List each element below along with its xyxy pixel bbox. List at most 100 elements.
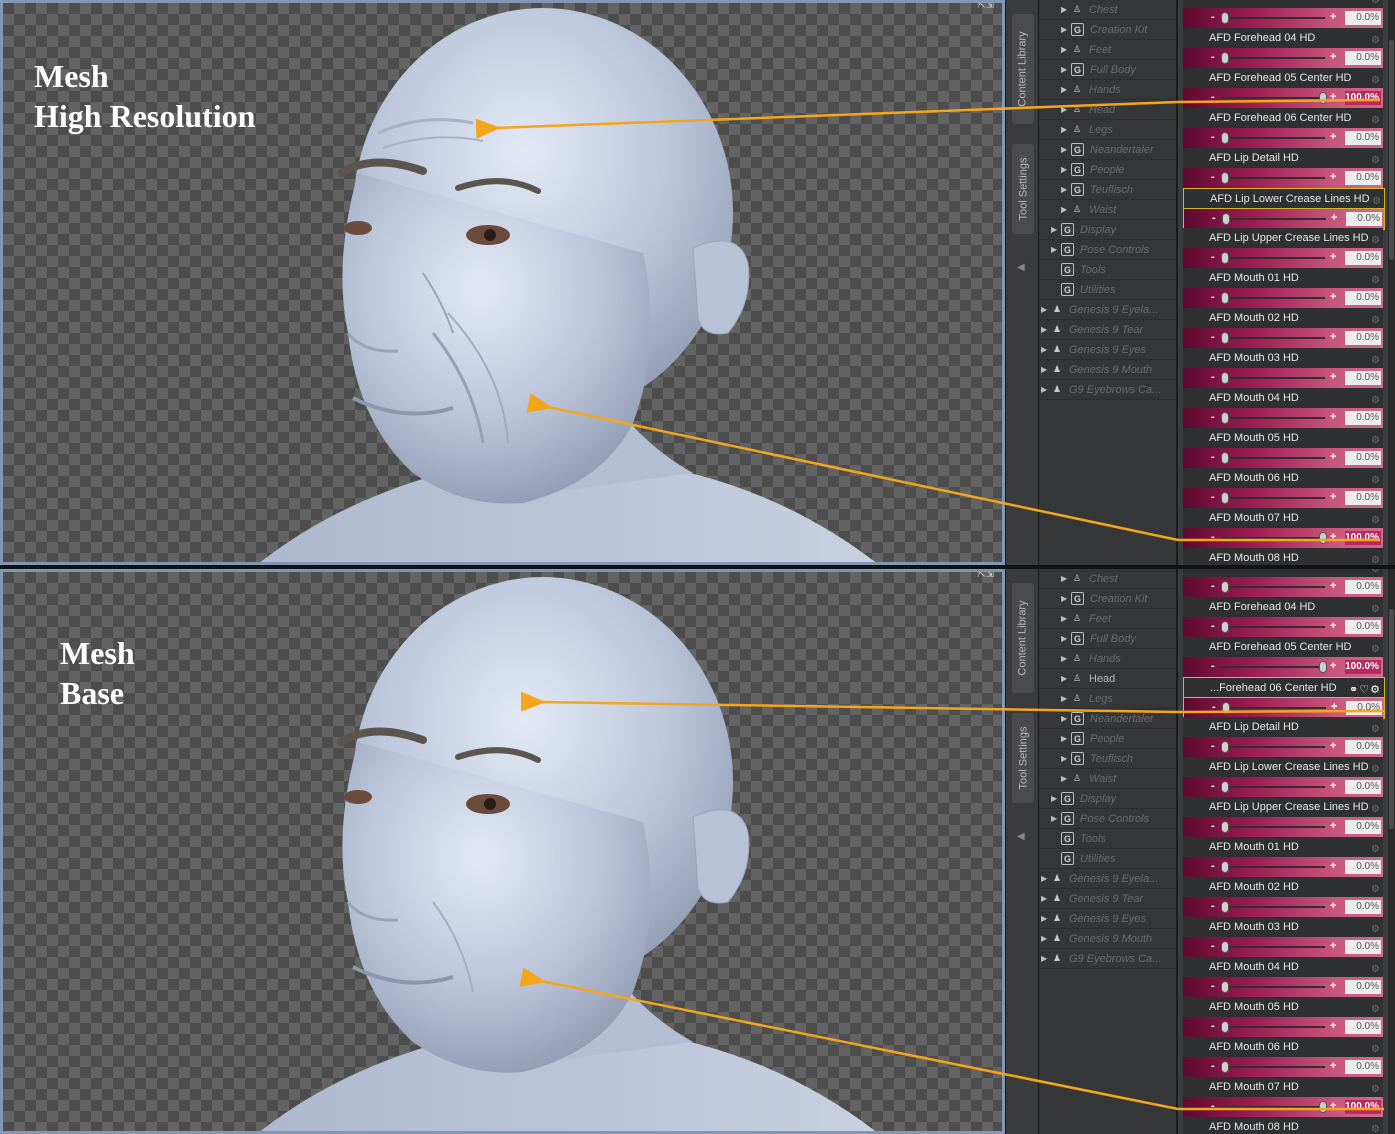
property-slider[interactable]: AFD Mouth 06 HD ⚙ - + 0.0% xyxy=(1183,468,1383,508)
tab-tool-settings[interactable]: Tool Settings xyxy=(1012,144,1034,234)
tree-item[interactable]: ▶ ♟ Genesis 9 Eyes xyxy=(1039,909,1176,929)
slider-value[interactable]: 0.0% xyxy=(1345,51,1381,65)
slider-bar[interactable]: - + 0.0% xyxy=(1183,737,1383,757)
expand-arrow-icon[interactable]: ▶ xyxy=(1061,574,1071,583)
slider-value[interactable]: 0.0% xyxy=(1345,171,1381,185)
increment-icon[interactable]: + xyxy=(1330,780,1336,792)
property-slider[interactable]: AFD Forehead 05 Center HD ⚙ - + 100.0% xyxy=(1183,637,1383,677)
expand-arrow-icon[interactable]: ▶ xyxy=(1041,305,1051,314)
tree-item[interactable]: G Tools xyxy=(1039,829,1176,849)
tree-item[interactable]: ▶ G Neandertaler xyxy=(1039,709,1176,729)
property-slider[interactable]: AFD Lip Detail HD ⚙ - + 0.0% xyxy=(1183,717,1383,757)
tab-content-library[interactable]: Content Library xyxy=(1012,14,1034,124)
slider-bar[interactable]: - + 0.0% xyxy=(1183,857,1383,877)
increment-icon[interactable]: + xyxy=(1330,131,1336,143)
slider-bar[interactable]: - + 0.0% xyxy=(1183,448,1383,468)
slider-track[interactable] xyxy=(1221,626,1325,628)
increment-icon[interactable]: + xyxy=(1330,1020,1336,1032)
slider-track[interactable] xyxy=(1221,337,1325,339)
decrement-icon[interactable]: - xyxy=(1211,1100,1215,1112)
tree-item[interactable]: ▶ ♟ Genesis 9 Mouth xyxy=(1039,360,1176,380)
3d-head-render[interactable] xyxy=(3,572,1005,1134)
decrement-icon[interactable]: - xyxy=(1211,660,1215,672)
slider-track[interactable] xyxy=(1221,906,1325,908)
expand-arrow-icon[interactable]: ▶ xyxy=(1041,325,1051,334)
increment-icon[interactable]: + xyxy=(1330,980,1336,992)
property-slider[interactable]: AFD Mouth 08 HD⚙ - + xyxy=(1183,548,1383,565)
slider-track[interactable] xyxy=(1221,97,1325,99)
increment-icon[interactable]: + xyxy=(1330,331,1336,343)
expand-arrow-icon[interactable]: ▶ xyxy=(1041,914,1051,923)
slider-bar[interactable]: - + 0.0% xyxy=(1183,1017,1383,1037)
increment-icon[interactable]: + xyxy=(1330,411,1336,423)
slider-value[interactable]: 0.0% xyxy=(1345,900,1381,914)
slider-value[interactable]: 0.0% xyxy=(1345,131,1381,145)
property-slider[interactable]: AFD Mouth 03 HD ⚙ - + 0.0% xyxy=(1183,348,1383,388)
property-slider[interactable]: AFD Forehead 04 HD ⚙ - + 0.0% xyxy=(1183,28,1383,68)
slider-bar[interactable]: - + 0.0% xyxy=(1183,488,1383,508)
slider-track[interactable] xyxy=(1221,986,1325,988)
tree-item[interactable]: ▶ ♟ Genesis 9 Tear xyxy=(1039,889,1176,909)
slider-bar[interactable]: - + 0.0% xyxy=(1183,288,1383,308)
tree-item[interactable]: ▶ ♟ Genesis 9 Eyes xyxy=(1039,340,1176,360)
property-slider[interactable]: AFD Mouth 02 HD ⚙ - + 0.0% xyxy=(1183,308,1383,348)
tree-item[interactable]: ▶ ♙ Legs xyxy=(1039,120,1176,140)
property-slider[interactable]: ...Forehead 06 Center HD ⚭♡⚙ - + 0.0% xyxy=(1183,677,1385,719)
tree-item[interactable]: ▶ ♟ Genesis 9 Tear xyxy=(1039,320,1176,340)
tree-item[interactable]: ▶ G Full Body xyxy=(1039,629,1176,649)
decrement-icon[interactable]: - xyxy=(1211,1020,1215,1032)
tree-item[interactable]: ▶ G Full Body xyxy=(1039,60,1176,80)
expand-arrow-icon[interactable]: ▶ xyxy=(1041,874,1051,883)
slider-bar[interactable]: - + 0.0% xyxy=(1183,8,1383,28)
property-slider[interactable]: AFD Lip Lower Crease Lines HD ⚙ - + 0.0% xyxy=(1183,757,1383,797)
increment-icon[interactable]: + xyxy=(1330,940,1336,952)
slider-value[interactable]: 100.0% xyxy=(1345,660,1381,674)
property-action-icons[interactable]: ⚭♡⚙ xyxy=(1349,680,1381,700)
increment-icon[interactable]: + xyxy=(1330,1060,1336,1072)
viewport[interactable]: ⇱⇲ xyxy=(0,569,1005,1134)
decrement-icon[interactable]: - xyxy=(1211,411,1215,423)
slider-knob[interactable] xyxy=(1221,252,1229,264)
gear-icon[interactable]: ⚙ xyxy=(1371,551,1380,565)
decrement-icon[interactable]: - xyxy=(1211,171,1215,183)
slider-knob[interactable] xyxy=(1221,492,1229,504)
slider-bar[interactable]: - + 0.0% xyxy=(1183,408,1383,428)
increment-icon[interactable]: + xyxy=(1330,371,1336,383)
expand-arrow-icon[interactable]: ▶ xyxy=(1061,694,1071,703)
slider-value[interactable]: 0.0% xyxy=(1345,1060,1381,1074)
expand-arrow-icon[interactable]: ▶ xyxy=(1061,5,1071,14)
decrement-icon[interactable]: - xyxy=(1211,491,1215,503)
slider-knob[interactable] xyxy=(1221,52,1229,64)
slider-value[interactable]: 0.0% xyxy=(1345,820,1381,834)
slider-value[interactable]: 0.0% xyxy=(1346,701,1382,715)
expand-arrow-icon[interactable]: ▶ xyxy=(1061,165,1071,174)
expand-arrow-icon[interactable]: ▶ xyxy=(1061,205,1071,214)
property-slider[interactable]: AFD Forehead 05 Center HD ⚙ - + 100.0% xyxy=(1183,68,1383,108)
tree-item[interactable]: ▶ ♙ Head xyxy=(1039,669,1176,689)
slider-value[interactable]: 0.0% xyxy=(1345,780,1381,794)
increment-icon[interactable]: + xyxy=(1331,212,1337,224)
slider-bar[interactable]: - + 0.0% xyxy=(1183,937,1383,957)
expand-arrow-icon[interactable]: ▶ xyxy=(1051,245,1061,254)
increment-icon[interactable]: + xyxy=(1330,1100,1336,1112)
slider-track[interactable] xyxy=(1221,586,1325,588)
slider-bar[interactable]: - + 0.0% xyxy=(1183,577,1383,597)
slider-bar[interactable]: - + 100.0% xyxy=(1183,1097,1383,1117)
increment-icon[interactable]: + xyxy=(1330,580,1336,592)
increment-icon[interactable]: + xyxy=(1330,451,1336,463)
decrement-icon[interactable]: - xyxy=(1211,740,1215,752)
tab-content-library[interactable]: Content Library xyxy=(1012,583,1034,693)
slider-knob[interactable] xyxy=(1221,452,1229,464)
property-slider[interactable]: AFD Mouth 06 HD ⚙ - + 0.0% xyxy=(1183,1037,1383,1077)
decrement-icon[interactable]: - xyxy=(1211,291,1215,303)
slider-track[interactable] xyxy=(1221,1026,1325,1028)
increment-icon[interactable]: + xyxy=(1330,491,1336,503)
property-slider[interactable]: AFD Mouth 02 HD ⚙ - + 0.0% xyxy=(1183,877,1383,917)
property-slider[interactable]: AFD Mouth 05 HD ⚙ - + 0.0% xyxy=(1183,997,1383,1037)
increment-icon[interactable]: + xyxy=(1330,531,1336,543)
tree-item[interactable]: ▶ ♙ Feet xyxy=(1039,40,1176,60)
decrement-icon[interactable]: - xyxy=(1211,620,1215,632)
expand-arrow-icon[interactable]: ▶ xyxy=(1061,105,1071,114)
property-slider[interactable]: AFD Mouth 01 HD ⚙ - + 0.0% xyxy=(1183,837,1383,877)
expand-arrow-icon[interactable]: ▶ xyxy=(1041,934,1051,943)
